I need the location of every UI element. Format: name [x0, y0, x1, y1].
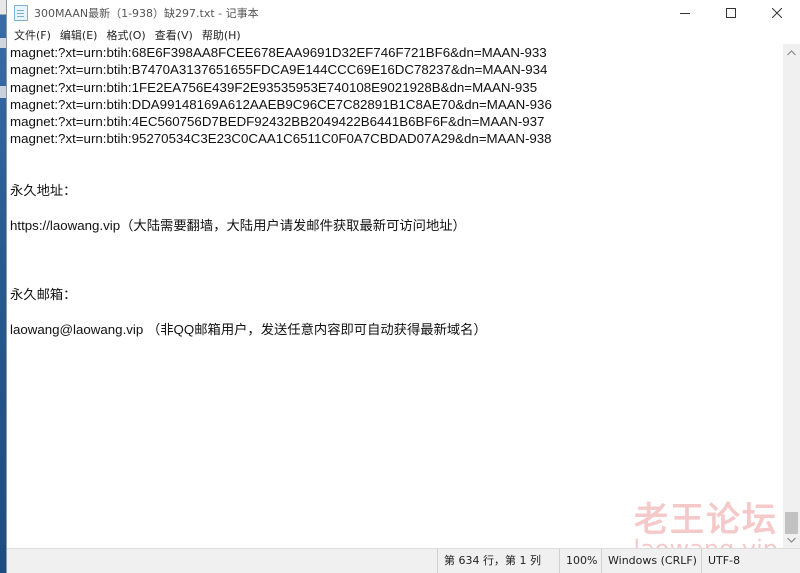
- text-line[interactable]: magnet:?xt=urn:btih:95270534C3E23C0CAA1C…: [7, 130, 783, 147]
- chevron-down-icon: [787, 537, 796, 543]
- text-line[interactable]: 永久邮箱：: [7, 286, 783, 303]
- zoom-level: 100%: [559, 549, 597, 573]
- menu-format[interactable]: 格式(O): [104, 27, 152, 43]
- menu-help[interactable]: 帮助(H): [200, 27, 248, 43]
- menu-edit[interactable]: 编辑(E): [58, 27, 105, 43]
- maximize-icon: [726, 7, 736, 18]
- vertical-scrollbar[interactable]: [783, 44, 800, 548]
- text-line[interactable]: [7, 200, 783, 217]
- notepad-icon[interactable]: [14, 4, 28, 21]
- menu-bar: 文件(F) 编辑(E) 格式(O) 查看(V) 帮助(H): [7, 25, 800, 44]
- close-button[interactable]: [754, 0, 800, 25]
- maximize-button[interactable]: [708, 0, 754, 25]
- line-ending: Windows (CRLF): [601, 549, 697, 573]
- text-line[interactable]: 永久地址：: [7, 182, 783, 199]
- minimize-button[interactable]: [662, 0, 708, 25]
- text-line[interactable]: magnet:?xt=urn:btih:DDA99148169A612AAEB9…: [7, 96, 783, 113]
- close-icon: [772, 7, 782, 18]
- text-line[interactable]: magnet:?xt=urn:btih:68E6F398AA8FCEE678EA…: [7, 44, 783, 61]
- notepad-window: 300MAAN最新（1-938）缺297.txt - 记事本 文件(F) 编辑(…: [6, 0, 800, 573]
- scroll-down-button[interactable]: [783, 531, 800, 548]
- minimize-icon: [680, 12, 690, 14]
- menu-file[interactable]: 文件(F): [12, 27, 58, 43]
- text-line[interactable]: [7, 165, 783, 182]
- text-editor[interactable]: magnet:?xt=urn:btih:68E6F398AA8FCEE678EA…: [7, 44, 783, 548]
- title-bar[interactable]: 300MAAN最新（1-938）缺297.txt - 记事本: [7, 0, 800, 25]
- text-line[interactable]: [7, 234, 783, 251]
- text-line[interactable]: magnet:?xt=urn:btih:1FE2EA756E439F2E9353…: [7, 79, 783, 96]
- cursor-position: 第 634 行，第 1 列: [437, 549, 541, 573]
- encoding: UTF-8: [701, 549, 740, 573]
- text-line[interactable]: [7, 269, 783, 286]
- text-line[interactable]: laowang@laowang.vip （非QQ邮箱用户，发送任意内容即可自动获…: [7, 321, 783, 338]
- text-line[interactable]: [7, 148, 783, 165]
- chevron-up-icon: [787, 49, 796, 55]
- text-line[interactable]: https://laowang.vip（大陆需要翻墙，大陆用户请发邮件获取最新可…: [7, 217, 783, 234]
- menu-view[interactable]: 查看(V): [153, 27, 200, 43]
- text-line[interactable]: [7, 252, 783, 269]
- text-line[interactable]: magnet:?xt=urn:btih:4EC560756D7BEDF92432…: [7, 113, 783, 130]
- text-line[interactable]: [7, 303, 783, 320]
- scroll-up-button[interactable]: [783, 44, 800, 61]
- window-title: 300MAAN最新（1-938）缺297.txt - 记事本: [34, 6, 259, 20]
- status-bar: 第 634 行，第 1 列 100% Windows (CRLF) UTF-8: [7, 548, 800, 573]
- window-controls: [662, 0, 800, 25]
- text-line[interactable]: magnet:?xt=urn:btih:B7470A3137651655FDCA…: [7, 61, 783, 78]
